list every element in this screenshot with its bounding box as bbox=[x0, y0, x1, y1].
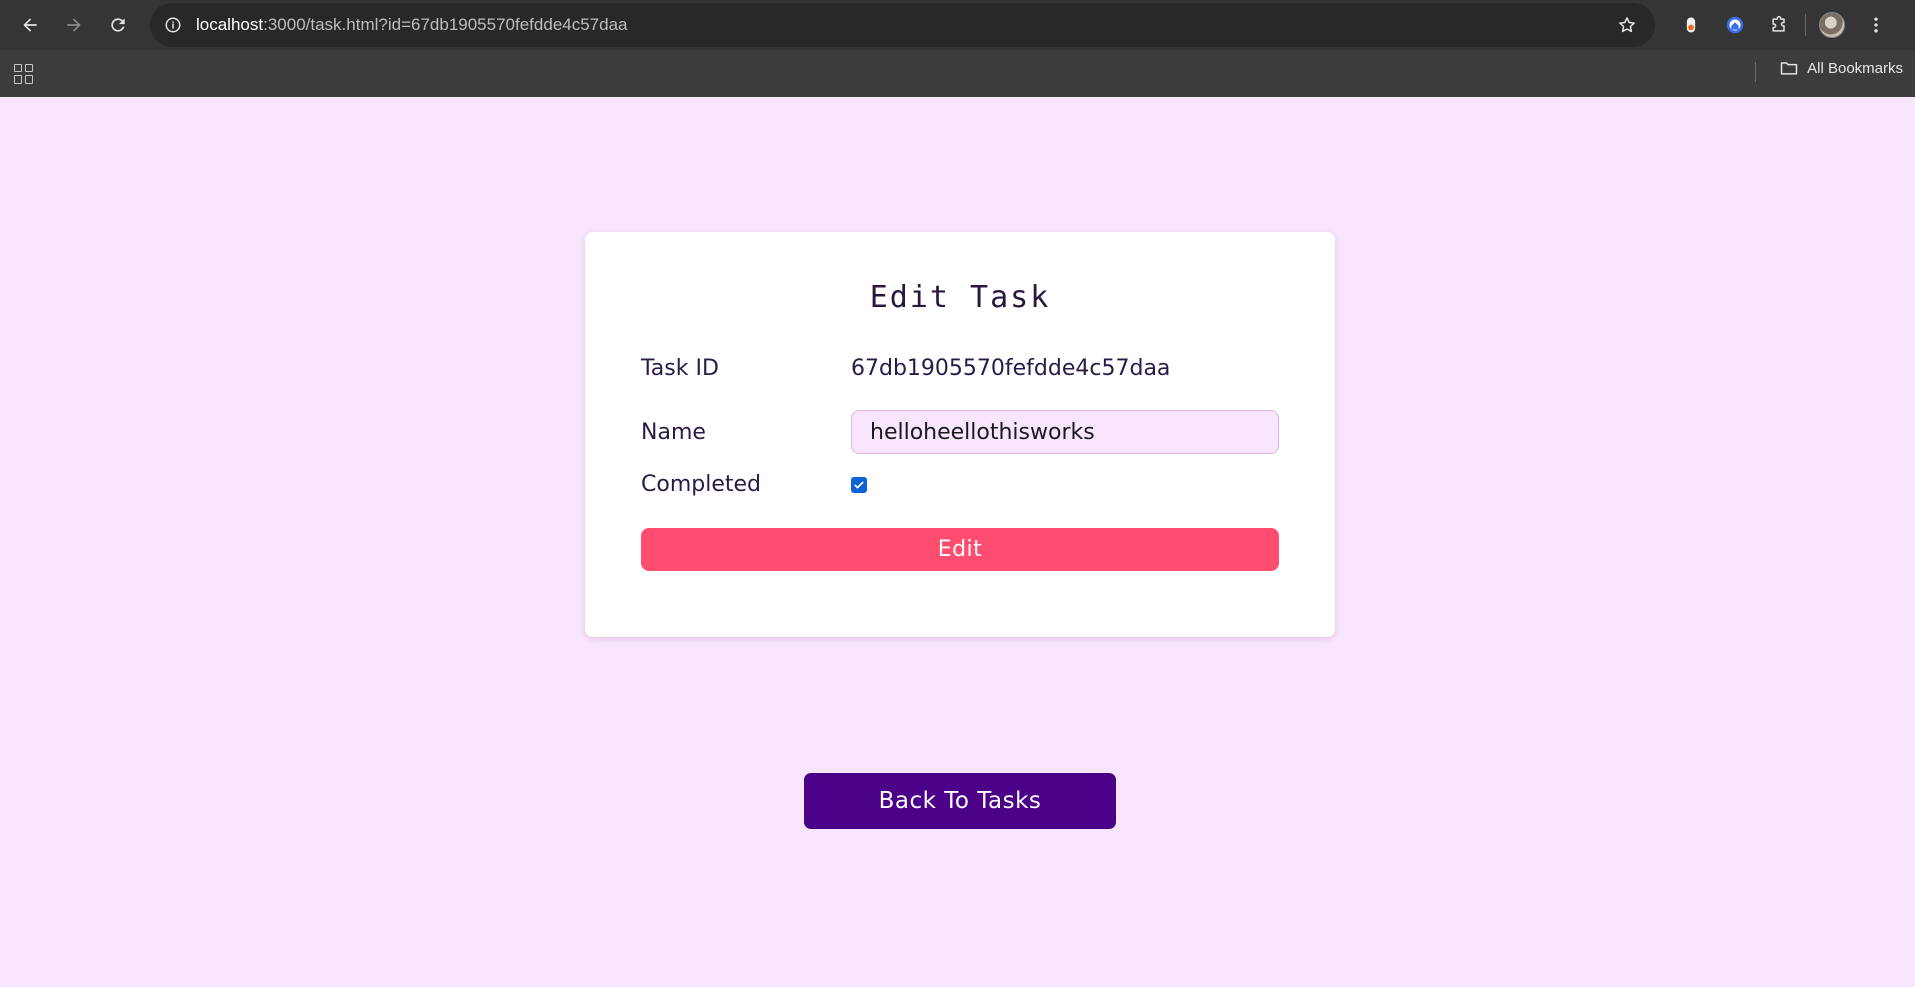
reload-button[interactable] bbox=[96, 3, 140, 47]
completed-checkbox[interactable] bbox=[851, 476, 867, 493]
extension-icon-orange[interactable] bbox=[1669, 3, 1713, 47]
extension-area bbox=[1669, 3, 1898, 47]
name-row: Name bbox=[641, 410, 1279, 454]
browser-chrome: localhost:3000/task.html?id=67db1905570f… bbox=[0, 0, 1915, 97]
forward-nav-button[interactable] bbox=[52, 3, 96, 47]
name-input[interactable] bbox=[851, 410, 1279, 454]
url-path: :3000/task.html?id=67db1905570fefdde4c57… bbox=[263, 15, 628, 34]
url-text[interactable]: localhost:3000/task.html?id=67db1905570f… bbox=[196, 15, 1613, 35]
browser-toolbar: localhost:3000/task.html?id=67db1905570f… bbox=[0, 0, 1915, 50]
bookmarks-bar bbox=[0, 50, 1915, 97]
completed-row: Completed bbox=[641, 472, 1279, 497]
toolbar-separator bbox=[1805, 14, 1806, 36]
task-id-value: 67db1905570fefdde4c57daa bbox=[851, 356, 1171, 381]
checkmark-icon bbox=[854, 481, 864, 488]
task-id-label: Task ID bbox=[641, 356, 719, 381]
browser-menu-button[interactable] bbox=[1854, 3, 1898, 47]
site-info-icon[interactable] bbox=[164, 16, 182, 34]
profile-avatar[interactable] bbox=[1810, 3, 1854, 47]
extension-icon-blue[interactable] bbox=[1713, 3, 1757, 47]
all-bookmarks-button[interactable]: All Bookmarks bbox=[1779, 58, 1903, 78]
url-host: localhost bbox=[196, 15, 264, 34]
bookmarks-separator bbox=[1755, 62, 1756, 82]
address-bar[interactable]: localhost:3000/task.html?id=67db1905570f… bbox=[150, 3, 1655, 47]
extensions-puzzle-icon[interactable] bbox=[1757, 3, 1801, 47]
back-to-tasks-button[interactable]: Back To Tasks bbox=[804, 773, 1116, 829]
all-bookmarks-label: All Bookmarks bbox=[1807, 59, 1903, 77]
back-nav-button[interactable] bbox=[8, 3, 52, 47]
arrow-right-icon bbox=[67, 18, 81, 32]
avatar bbox=[1819, 12, 1845, 38]
task-id-row: Task ID 67db1905570fefdde4c57daa bbox=[641, 356, 1279, 381]
reload-icon bbox=[111, 18, 125, 32]
bookmark-star-icon[interactable] bbox=[1613, 11, 1641, 39]
page-title: Edit Task bbox=[869, 280, 1051, 315]
folder-icon bbox=[1780, 62, 1798, 75]
arrow-left-icon bbox=[23, 18, 37, 32]
more-vert-icon bbox=[1874, 17, 1878, 33]
name-label: Name bbox=[641, 419, 706, 445]
apps-grid-icon[interactable] bbox=[14, 63, 34, 84]
completed-label: Completed bbox=[641, 472, 761, 497]
edit-task-card: Edit Task Task ID 67db1905570fefdde4c57d… bbox=[585, 232, 1335, 637]
edit-button[interactable]: Edit bbox=[641, 528, 1279, 571]
